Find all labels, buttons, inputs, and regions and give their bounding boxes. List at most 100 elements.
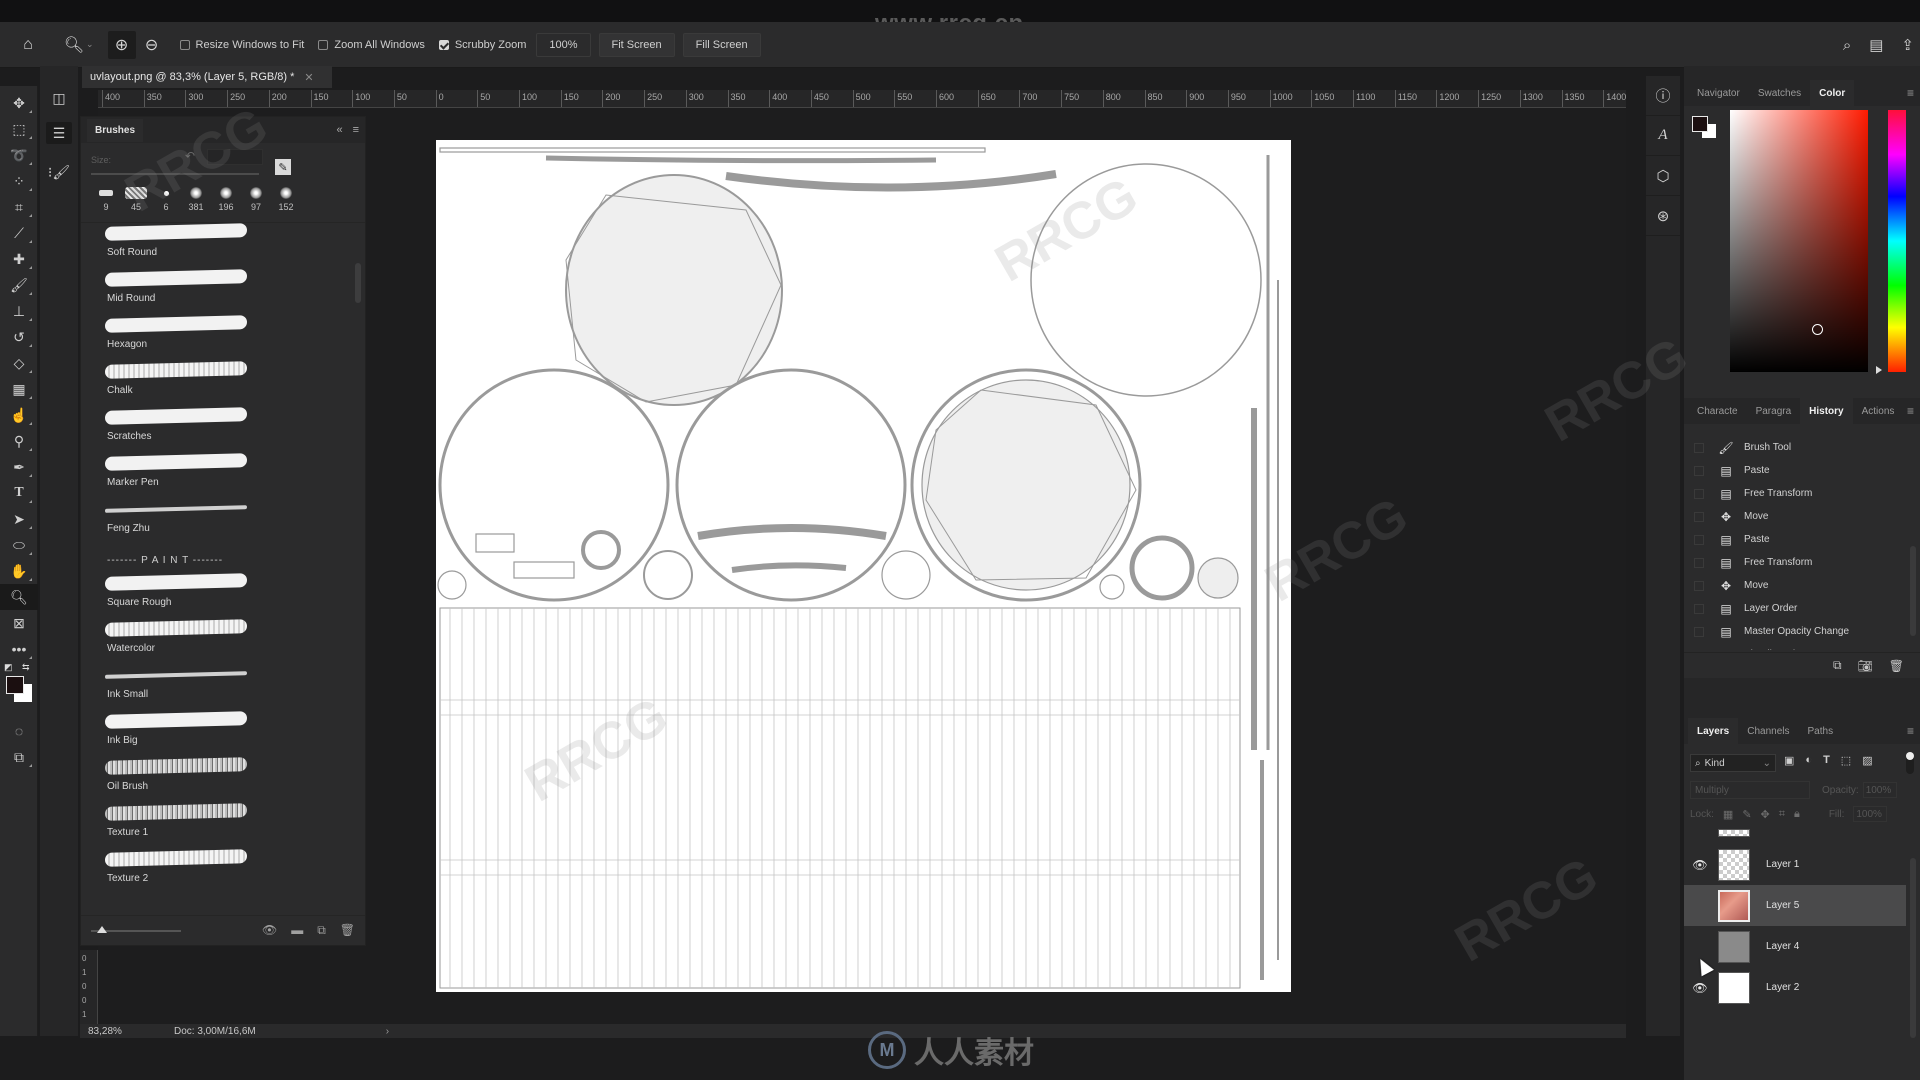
brush-tool-icon[interactable]: 🖌︎ <box>0 272 38 298</box>
zoom-level[interactable]: 83,28% <box>88 1026 174 1037</box>
scrubby-zoom-box[interactable] <box>438 39 449 50</box>
lock-position-icon[interactable]: ✥ <box>1761 808 1770 821</box>
path-selection-tool-icon[interactable]: ➤ <box>0 506 38 532</box>
brush-preset[interactable]: 152 <box>271 187 301 222</box>
history-item[interactable]: ▤ Layer Order <box>1684 597 1906 620</box>
layer-filter-select[interactable]: ⌕ Kind ⌄ <box>1690 754 1776 772</box>
pen-tool-icon[interactable]: ✒ <box>0 454 38 480</box>
history-item[interactable]: ✥ Move <box>1684 505 1906 528</box>
libraries-icon[interactable]: ⊛ <box>1646 196 1680 236</box>
history-snapshot-source[interactable] <box>1694 557 1704 568</box>
history-tab-history[interactable]: History <box>1800 398 1853 424</box>
history-tab-actions[interactable]: Actions <box>1853 398 1904 424</box>
dodge-tool-icon[interactable]: ⚲ <box>0 428 38 454</box>
opacity-input[interactable]: 100% <box>1862 782 1897 798</box>
layer-row[interactable]: 👁︎ Layer 2 <box>1684 967 1906 1008</box>
search-icon[interactable]: ⌕ <box>1843 37 1851 54</box>
info-icon[interactable]: ⓘ <box>1646 76 1680 116</box>
document-canvas[interactable] <box>436 140 1291 992</box>
lock-all-icon[interactable]: 🔒︎ <box>1794 808 1800 821</box>
history-item-partial[interactable] <box>1684 426 1906 436</box>
rotate-view-tool-icon[interactable]: ✋ <box>0 558 38 584</box>
more-tools-icon[interactable]: ••• <box>0 636 38 662</box>
eyedropper-tool-icon[interactable]: ⟋ <box>0 220 38 246</box>
3d-icon[interactable]: ⬡ <box>1646 156 1680 196</box>
workspace-icon[interactable]: ▤ <box>1869 36 1883 54</box>
delete-brush-icon[interactable]: 🗑︎ <box>340 923 355 938</box>
zoom-tool-icon[interactable]: 🔍︎ <box>0 584 38 610</box>
history-snapshot-source[interactable] <box>1694 442 1704 453</box>
glyphs-icon[interactable]: A <box>1646 116 1680 156</box>
layers-tab-paths[interactable]: Paths <box>1799 718 1843 744</box>
zoom-out-icon[interactable]: ⊖ <box>138 31 166 59</box>
brush-list-scrollbar[interactable] <box>355 223 361 913</box>
brush-settings-icon[interactable]: ☰ <box>46 122 72 144</box>
size-input[interactable] <box>207 149 263 165</box>
document-tab[interactable]: uvlayout.png @ 83,3% (Layer 5, RGB/8) * … <box>82 66 332 88</box>
color-picker-cursor[interactable] <box>1812 324 1823 335</box>
color-tab-color[interactable]: Color <box>1810 80 1855 106</box>
brush-item[interactable]: Texture 2 <box>81 849 351 895</box>
brushes-tab[interactable]: Brushes <box>87 118 144 142</box>
zoom-percent-field[interactable]: 100% <box>536 32 591 57</box>
history-snapshot-source[interactable] <box>1694 580 1704 591</box>
history-tab-paragra[interactable]: Paragra <box>1747 398 1801 424</box>
visibility-eye-icon[interactable]: 👁︎ <box>1690 858 1710 872</box>
visibility-eye-icon[interactable]: 👁︎ <box>1690 981 1710 995</box>
quick-selection-tool-icon[interactable]: ⁘ <box>0 168 38 194</box>
layers-tab-channels[interactable]: Channels <box>1738 718 1798 744</box>
history-snapshot-source[interactable] <box>1694 488 1704 499</box>
filter-smart-object-icon[interactable]: ▨ <box>1862 754 1872 767</box>
filter-type-icon[interactable]: T <box>1823 754 1830 767</box>
brush-preset[interactable]: 381 <box>181 187 211 222</box>
history-snapshot-source[interactable] <box>1694 465 1704 476</box>
brush-preset[interactable]: 97 <box>241 187 271 222</box>
filter-adjustment-icon[interactable]: ◐ <box>1805 754 1812 767</box>
crop-tool-icon[interactable]: ⌗ <box>0 194 38 220</box>
swap-colors-icon[interactable]: ⇆ <box>22 662 30 673</box>
collapse-panel-icon[interactable]: « <box>336 124 342 136</box>
size-slider[interactable] <box>91 173 259 175</box>
resize-windows-checkbox[interactable]: Resize Windows to Fit <box>179 39 304 51</box>
home-icon[interactable]: ⌂ <box>14 31 42 59</box>
panel-menu-icon[interactable]: ≡ <box>353 124 359 136</box>
panel-menu-icon[interactable]: ≡ <box>1907 86 1914 100</box>
history-snapshot-source[interactable] <box>1694 511 1704 522</box>
history-snapshot-source[interactable] <box>1694 626 1704 637</box>
fit-screen-button[interactable]: Fit Screen <box>598 32 675 57</box>
color-tab-swatches[interactable]: Swatches <box>1749 80 1810 106</box>
brush-item[interactable]: Mid Round <box>81 269 351 315</box>
layers-scrollbar[interactable] <box>1910 828 1918 1066</box>
smudge-tool-icon[interactable]: ☝ <box>0 402 38 428</box>
history-snapshot-source[interactable] <box>1694 534 1704 545</box>
zoom-in-icon[interactable]: ⊕ <box>107 30 136 59</box>
delete-state-icon[interactable]: 🗑︎ <box>1889 659 1904 673</box>
history-brush-tool-icon[interactable]: ↺ <box>0 324 38 350</box>
marquee-tool-icon[interactable]: ⬚ <box>0 116 38 142</box>
zoom-all-box[interactable] <box>318 39 329 50</box>
lasso-tool-icon[interactable]: ➰ <box>0 142 38 168</box>
brush-item[interactable]: Watercolor <box>81 619 351 665</box>
history-snapshot-source[interactable] <box>1694 603 1704 614</box>
screen-mode-icon[interactable]: ⧉ <box>0 744 38 770</box>
preview-size-slider[interactable] <box>91 925 181 933</box>
new-brush-icon[interactable]: ⧉ <box>317 923 326 938</box>
brush-item[interactable]: Square Rough <box>81 573 351 619</box>
color-field[interactable] <box>1730 110 1868 372</box>
default-colors-icon[interactable]: ◩ <box>4 662 13 673</box>
gradient-tool-icon[interactable]: ▦ <box>0 376 38 402</box>
fill-input[interactable]: 100% <box>1853 806 1888 822</box>
resize-windows-box[interactable] <box>179 39 190 50</box>
close-tab-icon[interactable]: ✕ <box>304 71 313 84</box>
layers-tab-layers[interactable]: Layers <box>1688 718 1739 744</box>
move-tool-icon[interactable]: ✥ <box>0 90 38 116</box>
hue-pointer-icon[interactable] <box>1876 366 1882 374</box>
brush-item[interactable]: Soft Round <box>81 223 351 269</box>
3d-panel-icon[interactable]: ◫ <box>40 80 78 116</box>
snapshot-camera-icon[interactable]: 📷︎ <box>1858 659 1873 673</box>
history-item[interactable]: ▤ Free Transform <box>1684 482 1906 505</box>
brush-item[interactable]: Ink Small <box>81 665 351 711</box>
history-item[interactable]: ▤ Free Transform <box>1684 551 1906 574</box>
quick-mask-icon[interactable]: ◌ <box>0 718 38 744</box>
brush-item[interactable]: Oil Brush <box>81 757 351 803</box>
